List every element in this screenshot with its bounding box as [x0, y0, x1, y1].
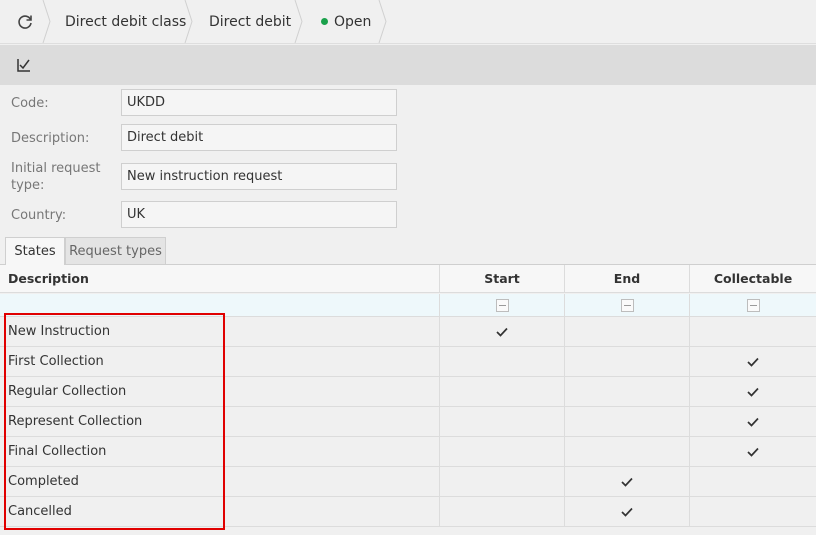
tab-label: States [14, 244, 56, 259]
cell-end [565, 497, 690, 526]
cell-start [440, 407, 565, 436]
refresh-button[interactable] [8, 8, 42, 36]
cell-end [565, 347, 690, 376]
cell-end [565, 437, 690, 466]
table-row[interactable]: Regular Collection [0, 377, 816, 407]
check-icon [621, 507, 633, 517]
cell-start [440, 377, 565, 406]
refresh-icon [18, 15, 32, 29]
breadcrumb-item-label: Direct debit class [65, 13, 187, 30]
check-icon [747, 417, 759, 427]
breadcrumb-separator [184, 0, 193, 43]
filter-cell-end [565, 294, 690, 316]
column-header-end[interactable]: End [565, 265, 690, 292]
cell-description: First Collection [0, 347, 440, 376]
cell-end [565, 377, 690, 406]
breadcrumb-item-record[interactable]: Direct debit [209, 0, 291, 43]
cell-collectable [690, 437, 816, 466]
tab-label: Request types [69, 243, 162, 259]
cell-end [565, 467, 690, 496]
cell-collectable [690, 347, 816, 376]
table-row[interactable]: Final Collection [0, 437, 816, 467]
initial-request-type-label-line2: type: [11, 178, 45, 193]
filter-checkbox-collectable[interactable] [746, 298, 760, 312]
cell-description: Regular Collection [0, 377, 440, 406]
table-row[interactable]: Completed [0, 467, 816, 497]
filter-checkbox-start[interactable] [495, 298, 509, 312]
breadcrumb-bar: Direct debit class Direct debit Open [0, 0, 816, 44]
table-row[interactable]: New Instruction [0, 317, 816, 347]
code-field[interactable] [121, 89, 397, 116]
initial-request-type-field[interactable] [121, 163, 397, 190]
description-field[interactable] [121, 124, 397, 151]
cell-description: Completed [0, 467, 440, 496]
cell-collectable [690, 317, 816, 346]
cell-end [565, 407, 690, 436]
check-icon [747, 447, 759, 457]
toolbar [0, 45, 816, 85]
states-grid: Description Start End Collectable New In… [0, 264, 816, 527]
grid-filter-row [0, 294, 816, 317]
table-row[interactable]: Cancelled [0, 497, 816, 527]
cell-description: Cancelled [0, 497, 440, 526]
check-icon [747, 357, 759, 367]
status-dot-icon [321, 18, 328, 25]
cell-description: Final Collection [0, 437, 440, 466]
table-row[interactable]: Represent Collection [0, 407, 816, 437]
column-header-start[interactable]: Start [440, 265, 565, 292]
breadcrumb-item-class[interactable]: Direct debit class [65, 0, 186, 43]
cell-start [440, 467, 565, 496]
filter-cell-collectable [690, 294, 816, 316]
description-label: Description: [11, 131, 90, 146]
check-icon [747, 387, 759, 397]
edit-check-icon [17, 59, 30, 72]
cell-collectable [690, 497, 816, 526]
filter-checkbox-end[interactable] [620, 298, 634, 312]
cell-start [440, 497, 565, 526]
column-header-collectable[interactable]: Collectable [690, 265, 816, 292]
cell-end [565, 317, 690, 346]
edit-button[interactable] [14, 55, 34, 75]
country-label: Country: [11, 208, 67, 223]
status-label: Open [334, 13, 372, 30]
cell-collectable [690, 467, 816, 496]
check-icon [621, 477, 633, 487]
code-label: Code: [11, 96, 49, 111]
initial-request-type-label-line1: Initial request [11, 161, 101, 176]
status-badge: Open [321, 0, 371, 43]
breadcrumb-separator [42, 0, 51, 43]
cell-start [440, 317, 565, 346]
cell-description: Represent Collection [0, 407, 440, 436]
breadcrumb-separator [294, 0, 303, 43]
check-icon [496, 327, 508, 337]
filter-cell-description[interactable] [0, 294, 440, 316]
initial-request-type-label: Initial request type: [11, 160, 101, 194]
breadcrumb-separator [378, 0, 387, 43]
breadcrumb-item-label: Direct debit [209, 13, 292, 30]
cell-collectable [690, 377, 816, 406]
column-header-description[interactable]: Description [0, 265, 440, 292]
table-row[interactable]: First Collection [0, 347, 816, 377]
cell-start [440, 347, 565, 376]
grid-header-row: Description Start End Collectable [0, 265, 816, 293]
cell-description: New Instruction [0, 317, 440, 346]
tab-request-types[interactable]: Request types [65, 237, 166, 264]
cell-start [440, 437, 565, 466]
filter-cell-start [440, 294, 565, 316]
country-field[interactable] [121, 201, 397, 228]
tab-states[interactable]: States [5, 237, 65, 265]
cell-collectable [690, 407, 816, 436]
